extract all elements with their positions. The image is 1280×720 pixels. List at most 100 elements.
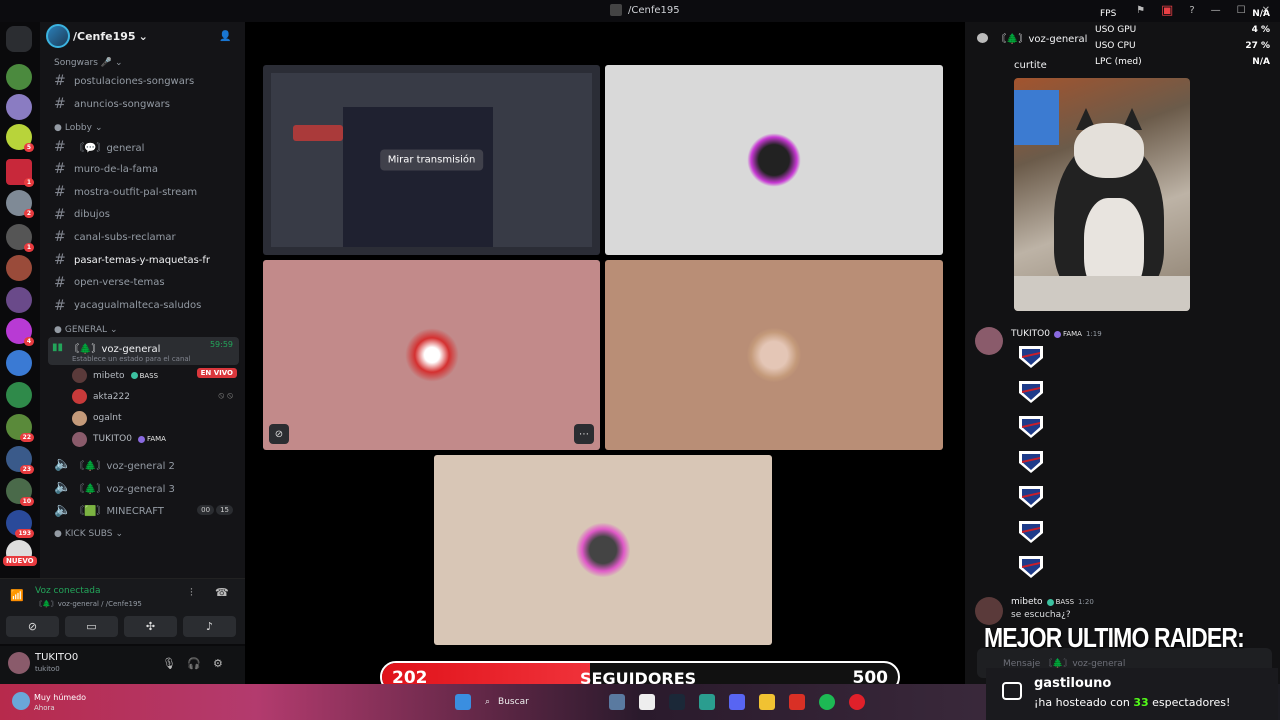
channel-yacagualmalteca[interactable]: # yacagualmalteca-saludos [40, 294, 245, 317]
avatar[interactable] [975, 597, 1003, 625]
server-icon[interactable] [6, 350, 32, 376]
discord-home-icon[interactable] [6, 26, 32, 52]
steam-icon[interactable] [669, 694, 685, 710]
channel-mostra-outfit[interactable]: # mostra-outfit-pal-stream [40, 181, 245, 204]
channel-muro-de-la-fama[interactable]: # muro-de-la-fama [40, 158, 245, 181]
voice-location[interactable]: 〘🌲〙voz-general / /Cenfe195 [35, 599, 142, 609]
opera-icon[interactable] [849, 694, 865, 710]
soundboard-button[interactable]: ♪ [183, 616, 236, 637]
disconnect-icon[interactable]: ☎ [215, 586, 229, 599]
channel-postulaciones-songwars[interactable]: # postulaciones-songwars [40, 70, 245, 93]
server-icon[interactable]: 2 [6, 190, 34, 218]
participant-tile[interactable] [605, 260, 943, 450]
channel-label: postulaciones-songwars [74, 75, 195, 87]
channel-anuncios-songwars[interactable]: # anuncios-songwars [40, 93, 245, 116]
headphones-icon[interactable]: 🎧 [187, 657, 201, 670]
participant-tile[interactable] [605, 65, 943, 255]
app-icon[interactable] [699, 694, 715, 710]
voice-user-ogalnt[interactable]: ogalnt [40, 407, 245, 428]
file-explorer-icon[interactable] [639, 694, 655, 710]
live-badge: EN VIVO [196, 367, 237, 378]
voice-channel-status[interactable]: Establece un estado para el canal [52, 355, 239, 363]
weather-widget[interactable]: Muy húmedo Ahora [34, 693, 86, 713]
camera-off-button[interactable]: ⊘ [6, 616, 59, 637]
server-badge: 23 [19, 465, 34, 474]
video-off-icon[interactable]: ⊘ [269, 424, 289, 444]
signal-icon[interactable]: 📶 [10, 589, 24, 602]
voice-channel-active[interactable]: ▮▮ 〘🌲〙voz-general Establece un estado par… [48, 336, 239, 365]
category-lobby[interactable]: ● Lobby ⌄ [40, 115, 245, 135]
server-icon[interactable] [6, 382, 32, 408]
category-kick-subs[interactable]: ● KICK SUBS ⌄ [40, 521, 245, 541]
category-label: Songwars 🎤 [54, 58, 112, 68]
discord-icon[interactable] [729, 694, 745, 710]
voice-status[interactable]: Voz conectada [35, 586, 100, 596]
app-icon[interactable] [789, 694, 805, 710]
avatar[interactable] [975, 327, 1003, 355]
channel-pasar-temas[interactable]: # pasar-temas-y-maquetas-fr [40, 249, 245, 272]
message-author[interactable]: TUKITO0 [1011, 329, 1050, 339]
search-box[interactable]: ⌕ Buscar [485, 697, 595, 707]
avatar[interactable] [8, 652, 30, 674]
app-icon[interactable] [759, 694, 775, 710]
invite-icon[interactable]: 👤 [219, 31, 231, 42]
activities-button[interactable]: ✣ [124, 616, 177, 637]
weather-app-icon[interactable] [609, 694, 625, 710]
hash-icon: # [54, 229, 66, 246]
message-author[interactable]: mibeto [1011, 597, 1043, 607]
participant-tile[interactable] [434, 455, 772, 645]
user-panel: TUKITO0 tukito0 🎙 🎧 ⚙ [0, 646, 245, 684]
server-icon[interactable]: 1 [6, 159, 34, 187]
category-general[interactable]: ● GENERAL ⌄ [40, 317, 245, 337]
server-icon[interactable] [6, 255, 32, 281]
server-icon[interactable] [6, 64, 32, 90]
screen-share-button[interactable]: ▭ [65, 616, 118, 637]
participant-tile[interactable]: ⊘ ⋯ [263, 260, 600, 450]
mic-icon[interactable]: 🎙 [162, 657, 176, 670]
avatar [72, 431, 87, 447]
voice-user-akta222[interactable]: akta222 ⦸ ⦸ [40, 386, 245, 407]
channel-canal-subs-reclamar[interactable]: # canal-subs-reclamar [40, 226, 245, 249]
channel-general[interactable]: # 〘💬〙general [40, 135, 245, 158]
more-options-button[interactable]: ⋯ [574, 424, 594, 444]
server-icon[interactable]: 22 [6, 414, 34, 442]
server-icon[interactable]: 193 [6, 510, 34, 538]
hash-icon: # [54, 252, 66, 269]
cnf-badge-icon [1017, 379, 1045, 405]
server-icon[interactable] [6, 94, 32, 120]
server-icon[interactable]: 4 [6, 318, 34, 346]
watch-stream-button[interactable]: Mirar transmisión [379, 149, 484, 171]
channel-open-verse-temas[interactable]: # open-verse-temas [40, 272, 245, 295]
stream-tile[interactable]: Mirar transmisión [263, 65, 600, 255]
server-icon[interactable]: 5 [6, 124, 34, 152]
voice-channel-minecraft[interactable]: 🔈 〘🟩〙MINECRAFT 00 15 [40, 498, 245, 521]
voice-channel-3[interactable]: 🔈 〘🌲〙voz-general 3 [40, 476, 245, 499]
server-icon[interactable]: 10 [6, 478, 34, 506]
role-tag: FAMA [1053, 330, 1082, 338]
user-name[interactable]: TUKITO0 [35, 652, 78, 663]
server-header[interactable]: /Cenfe195 ⌄ 👤 [40, 22, 245, 50]
voice-user-tukito0[interactable]: TUKITO0 FAMA [40, 429, 245, 450]
channel-label: mostra-outfit-pal-stream [74, 186, 198, 198]
spotify-icon[interactable] [819, 694, 835, 710]
chat-bubble-icon [977, 32, 988, 43]
gear-icon[interactable]: ⚙ [213, 657, 223, 670]
speaker-icon: 🔈 [54, 501, 72, 518]
channel-dibujos[interactable]: # dibujos [40, 203, 245, 226]
cnf-badge-icon [1017, 484, 1045, 510]
start-icon[interactable] [455, 694, 471, 710]
fps-label: FPS [1100, 9, 1117, 19]
cat-photo[interactable] [1014, 78, 1190, 311]
noise-suppression-icon[interactable]: ⫶ [190, 586, 193, 600]
message-author[interactable]: curtite [1014, 60, 1047, 71]
stream-preview-window [343, 107, 493, 247]
category-songwars[interactable]: Songwars 🎤 ⌄ [40, 50, 245, 70]
weather-icon[interactable] [12, 692, 30, 710]
avatar [747, 133, 801, 187]
voice-user-mibeto[interactable]: mibeto BASS EN VIVO [40, 365, 245, 386]
voice-channel-time: 59:59 [209, 339, 233, 349]
server-icon[interactable]: 23 [6, 446, 34, 474]
voice-channel-2[interactable]: 🔈 〘🌲〙voz-general 2 [40, 453, 245, 476]
server-icon[interactable]: 1 [6, 224, 34, 252]
server-icon[interactable] [6, 287, 32, 313]
